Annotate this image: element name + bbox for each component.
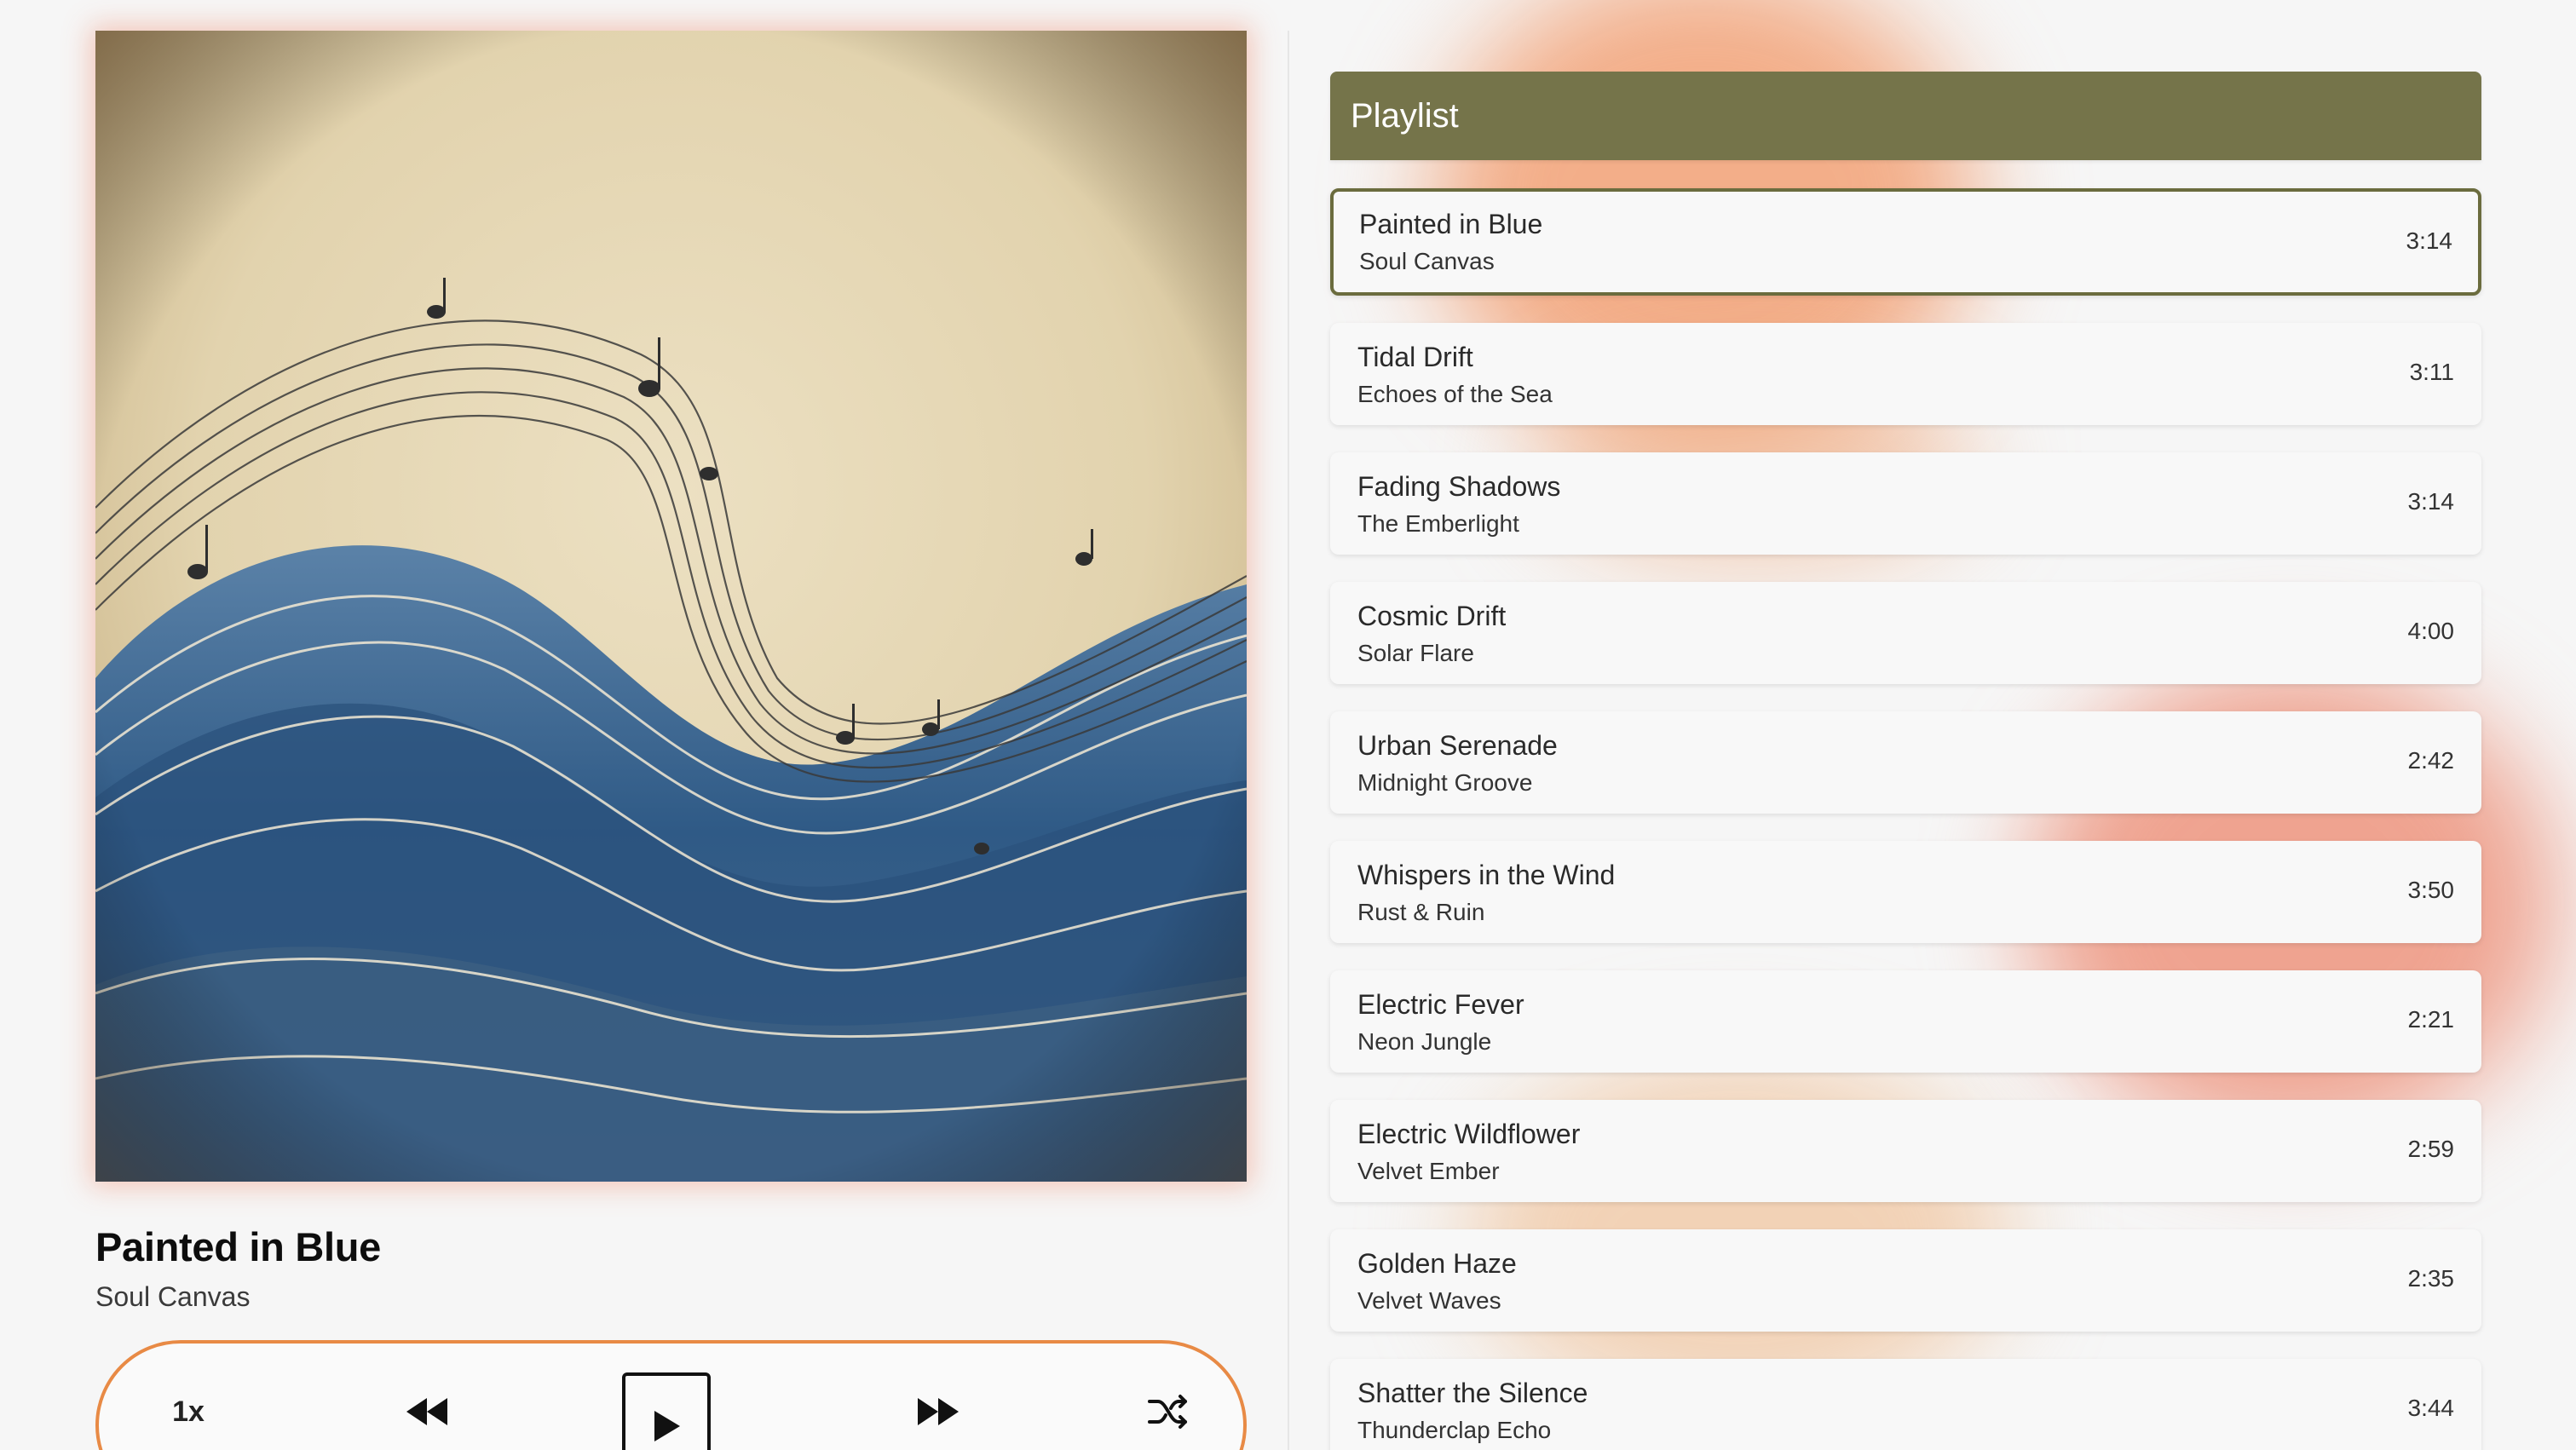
playlist-item-duration: 3:14 — [2407, 488, 2455, 515]
playlist-item[interactable]: Tidal Drift Echoes of the Sea 3:11 — [1330, 323, 2481, 425]
playlist-item-title: Electric Fever — [1357, 989, 1524, 1020]
playlist-item-active[interactable]: Painted in Blue Soul Canvas 3:14 — [1330, 188, 2481, 296]
playlist-item-artist: Neon Jungle — [1357, 1028, 1492, 1055]
column-divider — [1288, 31, 1289, 1450]
playlist-item-duration: 3:44 — [2407, 1395, 2455, 1421]
playlist-item-artist: Solar Flare — [1357, 640, 1474, 666]
playlist-item-title: Urban Serenade — [1357, 730, 1558, 761]
playlist-item-duration: 2:35 — [2407, 1265, 2455, 1292]
playback-controls: 1x — [95, 1340, 1247, 1450]
playlist-item-artist: Soul Canvas — [1359, 248, 1495, 274]
playlist-item-title: Painted in Blue — [1359, 209, 1543, 239]
play-button[interactable] — [622, 1372, 711, 1450]
rewind-button[interactable] — [380, 1344, 474, 1450]
playlist-item-artist: Velvet Waves — [1357, 1287, 1501, 1314]
playlist-item[interactable]: Shatter the Silence Thunderclap Echo 3:4… — [1330, 1359, 2481, 1450]
now-playing-panel: Painted in Blue Soul Canvas 1x — [0, 0, 1287, 1450]
playlist-item-title: Whispers in the Wind — [1357, 860, 1616, 890]
playlist-item-title: Golden Haze — [1357, 1248, 1517, 1279]
playlist-item[interactable]: Electric Wildflower Velvet Ember 2:59 — [1330, 1100, 2481, 1202]
playback-speed-button[interactable]: 1x — [150, 1344, 227, 1450]
playlist-item-artist: Midnight Groove — [1357, 769, 1533, 796]
fast-forward-button[interactable] — [891, 1344, 985, 1450]
playlist-item-duration: 3:11 — [2409, 359, 2454, 385]
playlist-item-duration: 4:00 — [2407, 618, 2455, 644]
playlist-item[interactable]: Fading Shadows The Emberlight 3:14 — [1330, 452, 2481, 555]
album-art-image — [95, 31, 1247, 1182]
play-icon — [654, 1411, 680, 1441]
shuffle-button[interactable] — [1121, 1344, 1215, 1450]
playlist-item-title: Cosmic Drift — [1357, 601, 1507, 631]
playlist-item-title: Tidal Drift — [1357, 342, 1473, 372]
music-player: Painted in Blue Soul Canvas 1x Playlist … — [0, 0, 2576, 1450]
playlist-item-artist: Echoes of the Sea — [1357, 381, 1553, 407]
album-art — [95, 31, 1247, 1182]
now-playing-artist: Soul Canvas — [95, 1281, 251, 1312]
playlist-item-duration: 3:14 — [2406, 227, 2453, 254]
playlist-item-duration: 2:42 — [2407, 747, 2455, 774]
playlist-item[interactable]: Golden Haze Velvet Waves 2:35 — [1330, 1229, 2481, 1332]
playlist-header: Playlist — [1330, 72, 2481, 160]
playlist-item-title: Shatter the Silence — [1357, 1378, 1588, 1408]
playlist-item-title: Fading Shadows — [1357, 471, 1561, 502]
now-playing-title: Painted in Blue — [95, 1224, 381, 1269]
playlist-item-title: Electric Wildflower — [1357, 1119, 1581, 1149]
playlist-item-duration: 2:21 — [2407, 1006, 2455, 1033]
playlist-item[interactable]: Urban Serenade Midnight Groove 2:42 — [1330, 711, 2481, 814]
playlist-item-artist: Velvet Ember — [1357, 1158, 1500, 1184]
fast-forward-icon — [918, 1398, 959, 1425]
playlist-item-artist: Rust & Ruin — [1357, 899, 1485, 925]
playlist-item-artist: The Emberlight — [1357, 510, 1519, 537]
playlist-item-duration: 3:50 — [2407, 877, 2455, 903]
shuffle-icon — [1148, 1395, 1187, 1429]
playlist-item[interactable]: Electric Fever Neon Jungle 2:21 — [1330, 970, 2481, 1073]
playlist-item[interactable]: Whispers in the Wind Rust & Ruin 3:50 — [1330, 841, 2481, 943]
playlist-item-artist: Thunderclap Echo — [1357, 1417, 1552, 1443]
rewind-icon — [406, 1398, 447, 1425]
playlist-item-duration: 2:59 — [2407, 1136, 2455, 1162]
playlist-item[interactable]: Cosmic Drift Solar Flare 4:00 — [1330, 582, 2481, 684]
